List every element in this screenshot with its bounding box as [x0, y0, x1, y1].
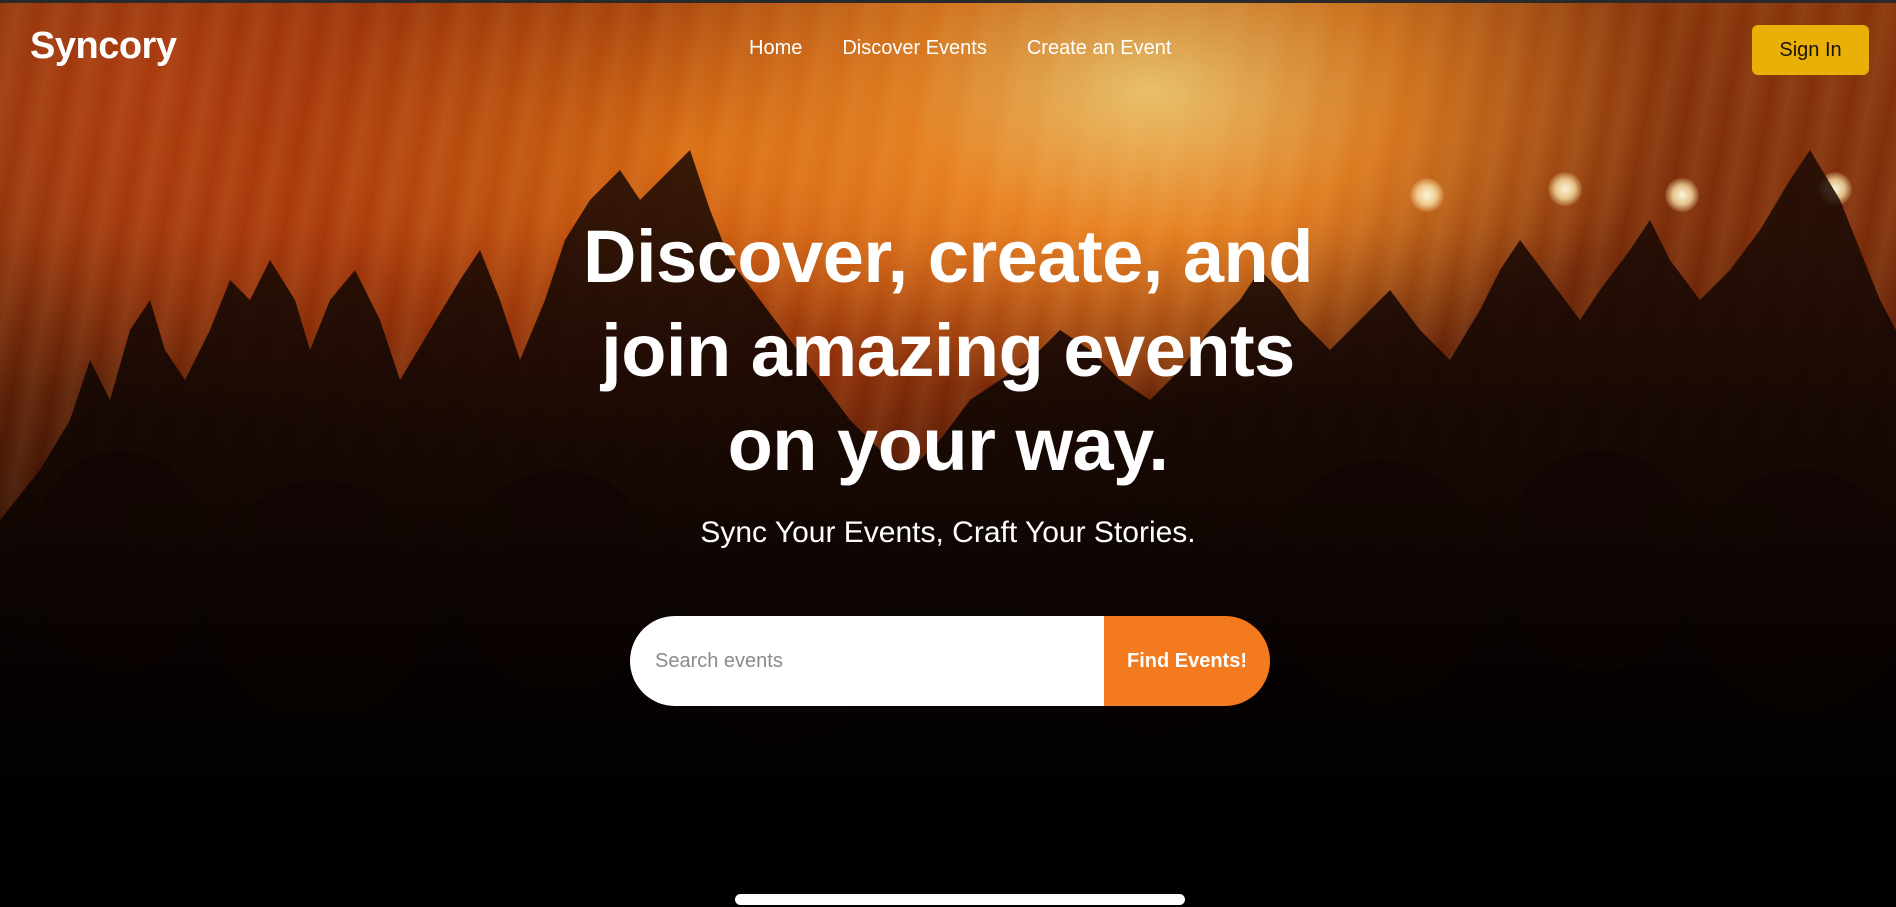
hero-title: Discover, create, and join amazing event… — [583, 215, 1313, 486]
search-events-input[interactable] — [630, 616, 1104, 706]
top-navbar: Syncory Home Discover Events Create an E… — [0, 0, 1896, 94]
nav-link-discover-events[interactable]: Discover Events — [842, 37, 987, 60]
home-indicator-bar — [735, 894, 1185, 905]
nav-link-home[interactable]: Home — [749, 37, 802, 60]
event-search-bar: Find Events! — [630, 616, 1270, 706]
sign-in-button[interactable]: Sign In — [1752, 25, 1869, 75]
hero-subtitle: Sync Your Events, Craft Your Stories. — [700, 516, 1196, 549]
syncory-logo[interactable]: Syncory — [30, 25, 177, 68]
nav-links: Home Discover Events Create an Event — [749, 37, 1171, 60]
page: Syncory Home Discover Events Create an E… — [0, 0, 1896, 907]
find-events-button[interactable]: Find Events! — [1104, 616, 1270, 706]
nav-link-create-event[interactable]: Create an Event — [1027, 37, 1172, 60]
